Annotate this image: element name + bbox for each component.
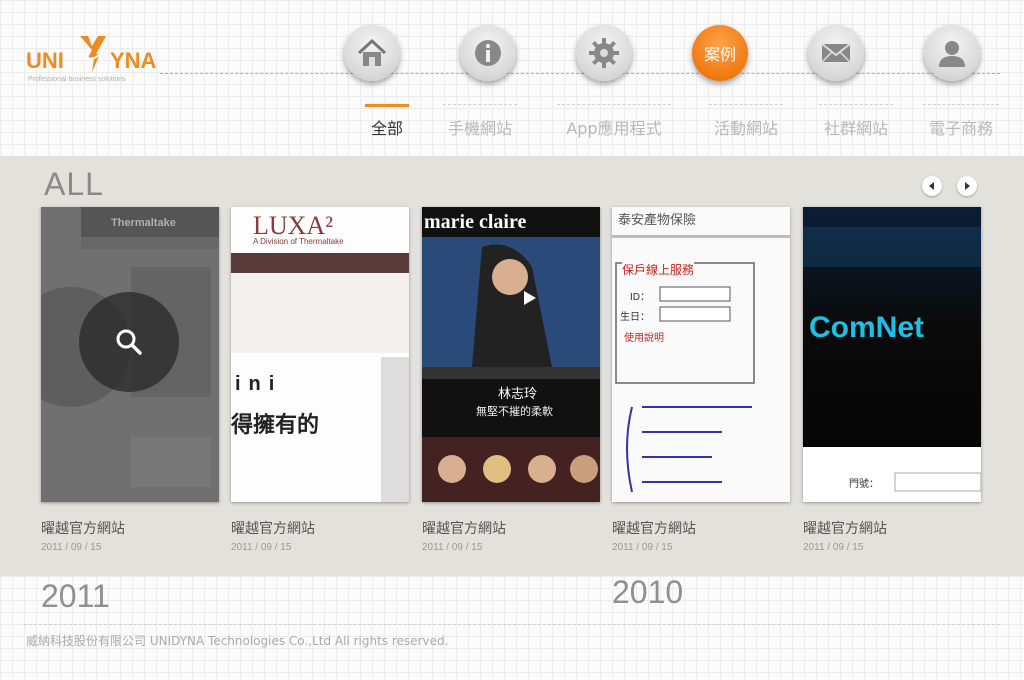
nav-cases-label: 案例 — [703, 45, 736, 64]
logo-y-mark-icon — [80, 36, 106, 72]
card-5-brand: ComNet — [809, 311, 925, 344]
card-5-title[interactable]: 曜越官方網站 — [803, 518, 887, 538]
card-4-date: 2011 / 09 / 15 — [612, 542, 673, 553]
logo-text-left: UNI — [26, 48, 64, 73]
card-5-thumbnail — [803, 207, 981, 502]
category-tabs: 全部 手機網站 App應用程式 活動網站 社群網站 電子商務 — [0, 104, 1024, 144]
search-icon — [116, 329, 142, 355]
portfolio-card-2[interactable]: LUXA² A Division of Thermaltake ini 得擁有的 — [231, 207, 409, 502]
logo-tagline: Professional business solutions — [28, 76, 126, 83]
card-2-thumbnail — [231, 207, 409, 502]
card-2-body-text: ini — [235, 373, 283, 395]
footer-copyright: 威納科技股份有限公司 UNIDYNA Technologies Co.,Ltd … — [26, 634, 449, 648]
card-3-quote: 無堅不摧的柔軟 — [476, 405, 553, 418]
home-icon — [357, 38, 387, 66]
portfolio-card-3[interactable]: marie claire 林志玲 無堅不摧的柔軟 — [422, 207, 600, 502]
card-5-date: 2011 / 09 / 15 — [803, 542, 864, 553]
portfolio-card-4[interactable]: 泰安產物保險 保戶線上服務 ID： 生日： 使用說明 — [612, 207, 790, 502]
card-4-heading: 保戶線上服務 — [622, 261, 695, 278]
portfolio-card-1[interactable]: Thermaltake — [41, 207, 219, 502]
card-3-name: 林志玲 — [498, 387, 538, 402]
card-4-brand: 泰安產物保險 — [618, 213, 697, 228]
prev-button[interactable] — [922, 176, 942, 196]
card-3-thumbnail — [422, 207, 600, 502]
card-2-date: 2011 / 09 / 15 — [231, 542, 292, 553]
tab-apps[interactable]: App應用程式 — [557, 104, 671, 140]
tab-campaign-sites[interactable]: 活動網站 — [709, 104, 783, 140]
card-4-title[interactable]: 曜越官方網站 — [612, 518, 696, 538]
card-1-title[interactable]: 曜越官方網站 — [41, 518, 125, 538]
arrow-left-icon — [929, 182, 934, 190]
tab-mobile-sites[interactable]: 手機網站 — [443, 104, 517, 140]
brand-logo[interactable]: UNI YNA Professional business solutions — [26, 30, 176, 90]
card-2-title[interactable]: 曜越官方網站 — [231, 518, 315, 538]
nav-contact[interactable] — [808, 25, 864, 81]
nav-home[interactable] — [344, 25, 400, 81]
user-icon — [939, 41, 965, 67]
info-icon — [475, 40, 501, 66]
card-4-link: 使用說明 — [624, 333, 664, 344]
year-label-2011: 2011 — [41, 578, 110, 614]
mail-icon — [821, 43, 851, 63]
nav-account[interactable] — [924, 25, 980, 81]
nav-cases[interactable]: 案例 — [692, 25, 748, 81]
card-1-date: 2011 / 09 / 15 — [41, 542, 102, 553]
card-3-brand: marie claire — [424, 211, 527, 233]
tab-social-sites[interactable]: 社群網站 — [819, 104, 893, 140]
tab-ecommerce[interactable]: 電子商務 — [923, 104, 999, 140]
card-2-headline: 得擁有的 — [231, 413, 320, 438]
card-3-title[interactable]: 曜越官方網站 — [422, 518, 506, 538]
year-label-2010: 2010 — [612, 574, 684, 610]
card-4-id-label: ID： — [630, 292, 650, 303]
tab-all[interactable]: 全部 — [365, 104, 409, 140]
gear-icon — [589, 38, 619, 68]
logo-text-right: YNA — [110, 48, 157, 73]
portfolio-card-5[interactable]: ComNet 門號： — [803, 207, 981, 502]
card-2-subtitle: A Division of Thermaltake — [253, 237, 344, 246]
card-3-date: 2011 / 09 / 15 — [422, 542, 483, 553]
section-title: ALL — [44, 166, 104, 202]
next-button[interactable] — [957, 176, 977, 196]
card-4-birth-label: 生日： — [620, 312, 650, 323]
footer-divider — [24, 624, 1000, 625]
card-4-thumbnail — [612, 207, 790, 502]
card-5-field-label: 門號： — [849, 479, 879, 490]
header-divider — [160, 73, 1000, 74]
nav-settings[interactable] — [576, 25, 632, 81]
arrow-right-icon — [965, 182, 970, 190]
nav-info[interactable] — [460, 25, 516, 81]
zoom-button[interactable] — [79, 292, 179, 392]
